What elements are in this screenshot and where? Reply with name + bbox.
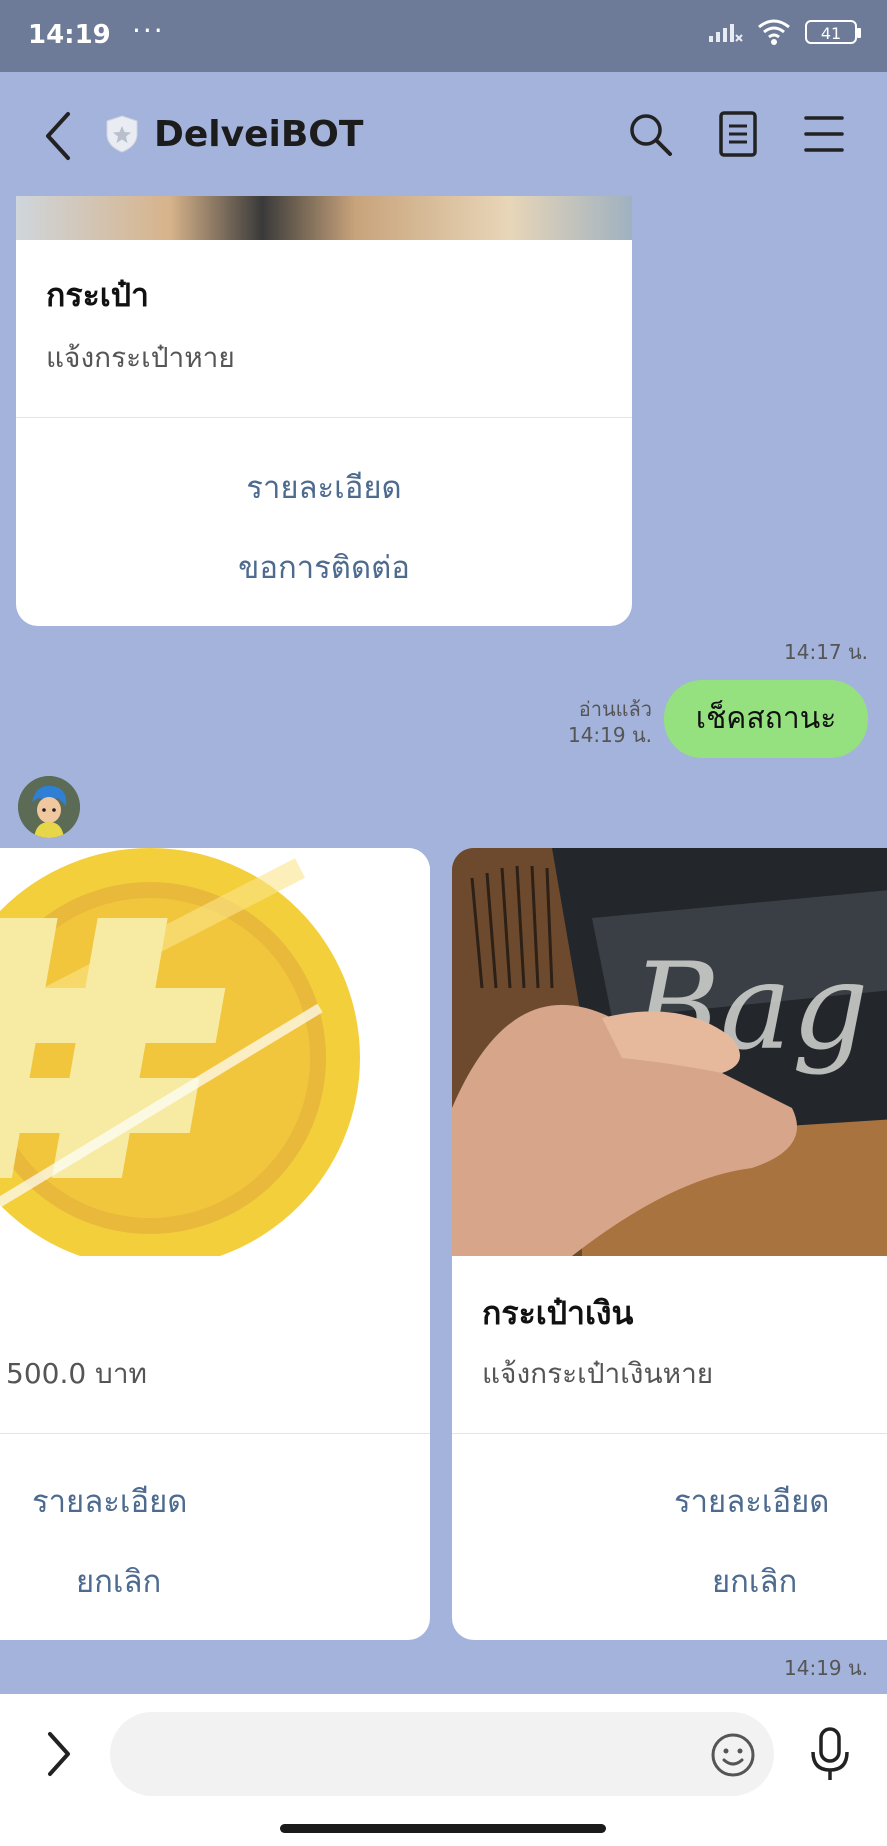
avatar-icon <box>18 776 80 838</box>
input-bar <box>0 1694 887 1846</box>
cancel-button[interactable]: ยกเลิก <box>712 1556 797 1606</box>
message-time: 14:17 น. <box>784 640 869 664</box>
bot-avatar[interactable] <box>18 776 80 838</box>
bag-card: กระเป๋า แจ้งกระเป๋าหาย รายละเอียด ขอการต… <box>16 196 632 626</box>
card-subtitle: แจ้งกระเป๋าเงินหาย <box>482 1357 714 1390</box>
status-time: 14:19 <box>28 20 111 50</box>
expand-icon[interactable] <box>44 1730 74 1778</box>
card-divider <box>16 417 632 418</box>
read-status: อ่านแล้ว 14:19 น. <box>540 696 652 748</box>
wallet-photo-image: Bag <box>452 848 887 1256</box>
card-subtitle: แจ้งกระเป๋าหาย <box>46 341 235 374</box>
back-icon[interactable] <box>38 108 78 164</box>
emoji-icon[interactable] <box>710 1732 756 1778</box>
details-button[interactable]: รายละเอียด <box>32 1476 187 1526</box>
message-input[interactable] <box>110 1712 774 1796</box>
chat-title: DelveiBOT <box>154 114 364 155</box>
wifi-icon <box>758 19 790 45</box>
baht-coin-image <box>0 848 430 1256</box>
status-icons: 41 <box>707 18 861 46</box>
microphone-icon[interactable] <box>808 1726 852 1782</box>
card-title: กระเป๋า <box>46 276 149 314</box>
read-label: อ่านแล้ว <box>578 697 652 721</box>
contact-button[interactable]: ขอการติดต่อ <box>16 542 632 592</box>
shield-icon <box>106 115 138 153</box>
details-button[interactable]: รายละเอียด <box>674 1476 829 1526</box>
details-button[interactable]: รายละเอียด <box>16 462 632 512</box>
baht-coin-icon <box>0 848 360 1256</box>
note-icon[interactable] <box>712 108 764 160</box>
cancel-button[interactable]: ยกเลิก <box>76 1556 161 1606</box>
card-divider <box>452 1433 887 1434</box>
card-subtitle: 500.0 บาท <box>6 1357 148 1390</box>
status-dots: ··· <box>132 14 165 47</box>
search-icon[interactable] <box>624 108 676 160</box>
carousel-card-amount: 500.0 บาท รายละเอียด ยกเลิก <box>0 848 430 1640</box>
chat-header: DelveiBOT <box>0 72 887 198</box>
battery-icon: 41 <box>805 20 861 44</box>
message-time: 14:19 น. <box>784 1656 869 1680</box>
carousel-card-wallet: Bag กระเป๋าเงิน แจ้งกระเป๋าเงินหาย รายละ… <box>452 848 887 1640</box>
card-divider <box>0 1433 430 1434</box>
status-bar: 14:19 ··· 41 <box>0 0 887 72</box>
signal-icon <box>709 24 743 42</box>
wallet-photo-icon: Bag <box>452 848 887 1256</box>
home-indicator <box>280 1824 606 1833</box>
outgoing-message[interactable]: เช็คสถานะ <box>664 680 868 758</box>
card-title: กระเป๋าเงิน <box>482 1294 634 1332</box>
outgoing-time: 14:19 น. <box>567 723 652 747</box>
menu-icon[interactable] <box>798 108 850 160</box>
bag-card-image <box>16 196 632 240</box>
